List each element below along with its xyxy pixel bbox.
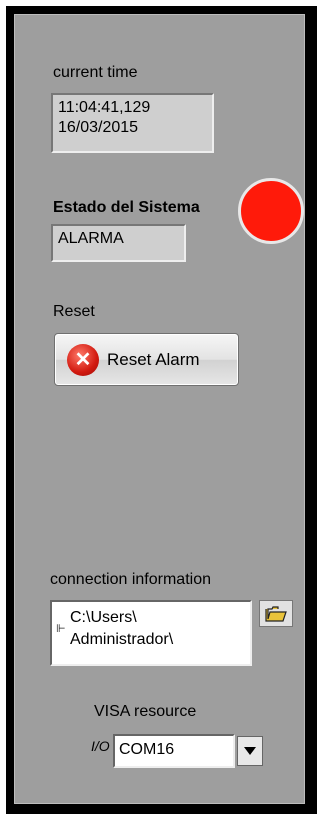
current-time-label: current time [53,64,138,81]
current-time-date: 16/03/2015 [58,119,139,136]
browse-button[interactable] [259,600,293,627]
visa-resource-field[interactable]: COM16 [113,734,235,768]
folder-open-icon [265,605,287,622]
connection-path-line2: Administrador\ [70,631,174,648]
chevron-down-icon [244,747,256,755]
system-status-label: Estado del Sistema [53,199,200,216]
path-icon: ⊩ [56,623,66,635]
current-time-time: 11:04:41,129 [58,99,151,116]
connection-path-line1: C:\Users\ [70,609,137,626]
visa-resource-control: I/O COM16 [91,734,273,768]
reset-alarm-button[interactable]: ✕ Reset Alarm [54,333,239,386]
system-status-value: ALARMA [58,230,124,247]
reset-label: Reset [53,303,95,320]
visa-resource-value: COM16 [119,741,175,758]
reset-alarm-button-label: Reset Alarm [107,349,200,369]
visa-dropdown-button[interactable] [237,736,263,766]
alarm-led [238,178,304,244]
system-status-indicator: ALARMA [51,224,186,262]
visa-io-icon: I/O [91,738,110,754]
error-x-icon: ✕ [67,343,99,376]
visa-resource-label: VISA resource [94,703,197,720]
connection-path-field[interactable]: ⊩ C:\Users\ Administrador\ [50,600,252,666]
connection-info-label: connection information [50,571,211,588]
current-time-indicator: 11:04:41,129 16/03/2015 [51,93,214,153]
